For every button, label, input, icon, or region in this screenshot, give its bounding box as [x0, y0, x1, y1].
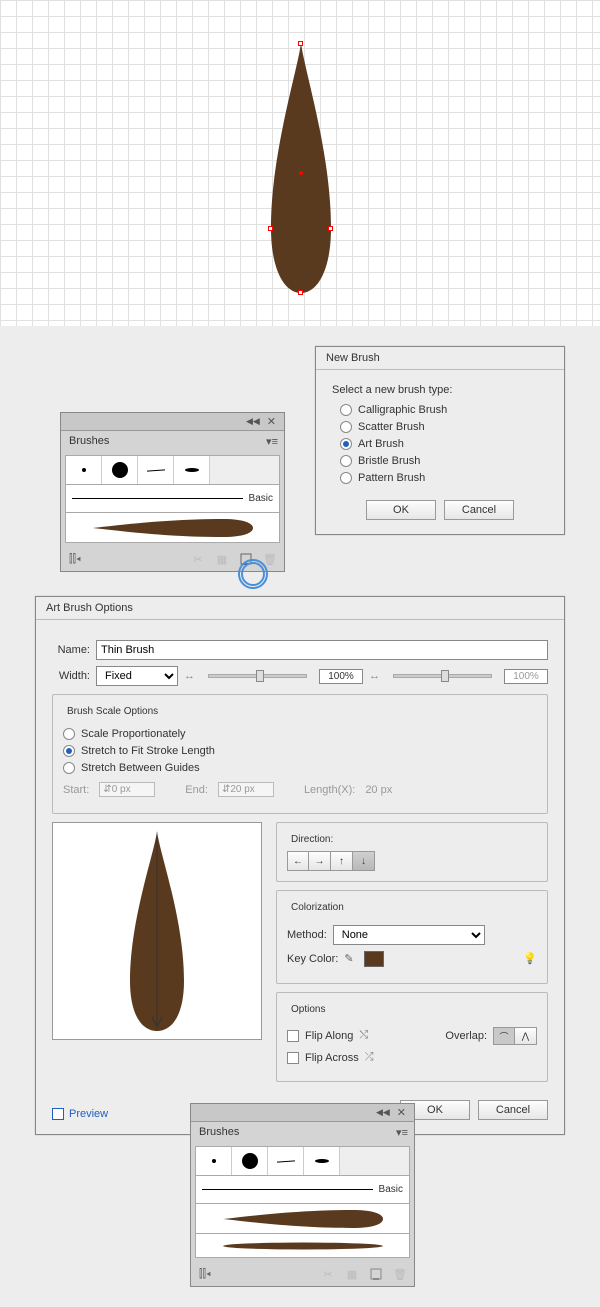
brush-preset-empty — [210, 456, 279, 484]
brushes-tab[interactable]: Brushes — [191, 1122, 247, 1142]
prompt-text: Select a new brush type: — [332, 384, 548, 396]
width-pct-2: 100% — [504, 669, 548, 684]
radio-stretch-fit[interactable]: Stretch to Fit Stroke Length — [63, 745, 537, 757]
brush-preset[interactable] — [232, 1147, 268, 1175]
library-icon[interactable]: ⫿⫿◂ — [67, 551, 83, 567]
width-pct-1[interactable]: 100% — [319, 669, 363, 684]
panel-close-icon[interactable]: ✕ — [393, 1106, 410, 1119]
brush-thin[interactable] — [195, 1234, 410, 1258]
brush-basic[interactable]: Basic — [65, 485, 280, 513]
brush-preset-empty — [340, 1147, 409, 1175]
width-slider-2 — [393, 674, 492, 678]
flip-across-icon: ⤮ — [365, 1051, 379, 1065]
scissors-icon[interactable]: ✂ — [320, 1266, 336, 1282]
flip-along-checkbox[interactable] — [287, 1030, 299, 1042]
keycolor-swatch[interactable] — [364, 951, 384, 967]
panel-collapse-icon[interactable]: ◀◀ — [243, 416, 263, 427]
flip-along-icon: ⤭ — [359, 1029, 373, 1043]
trash-icon[interactable]: 🗑 — [262, 551, 278, 567]
brush-basic[interactable]: Basic — [195, 1176, 410, 1204]
end-input: ⇵ 20 px — [218, 782, 274, 797]
radio-pattern[interactable]: Pattern Brush — [340, 472, 548, 484]
brushes-panel-result: ◀◀ ✕ Brushes ▾≡ Basic ⫿⫿◂ ✂ ▦ — [190, 1103, 415, 1287]
cancel-button[interactable]: Cancel — [478, 1100, 548, 1120]
brush-preset[interactable] — [196, 1147, 232, 1175]
panel-collapse-icon[interactable]: ◀◀ — [373, 1107, 393, 1118]
dialog-title: Art Brush Options — [36, 597, 564, 620]
brush-preset[interactable] — [174, 456, 210, 484]
list-icon[interactable]: ▦ — [214, 551, 230, 567]
scissors-icon[interactable]: ✂ — [190, 551, 206, 567]
art-brush-options-dialog: Art Brush Options Name: Width: Fixed ↔ 1… — [35, 596, 565, 1135]
radio-art[interactable]: Art Brush — [340, 438, 548, 450]
flip-across-checkbox[interactable] — [287, 1052, 299, 1064]
brush-presets-row — [65, 455, 280, 485]
lock-icon[interactable]: ↔ — [369, 670, 381, 682]
options-fieldset: Options Flip Along ⤭ Overlap: ⌒ ⋀ — [276, 992, 548, 1082]
end-label: End: — [185, 784, 208, 796]
brush-preset[interactable] — [66, 456, 102, 484]
brush-preset[interactable] — [138, 456, 174, 484]
length-value: 20 px — [365, 784, 392, 796]
direction-right[interactable]: → — [309, 851, 331, 871]
library-icon[interactable]: ⫿⫿◂ — [197, 1266, 213, 1282]
start-label: Start: — [63, 784, 89, 796]
method-label: Method: — [287, 929, 327, 941]
brush-preset[interactable] — [102, 456, 138, 484]
new-brush-dialog: New Brush Select a new brush type: Calli… — [315, 346, 565, 535]
direction-up[interactable]: ↑ — [331, 851, 353, 871]
radio-scale-proportionate[interactable]: Scale Proportionately — [63, 728, 537, 740]
new-brush-icon[interactable] — [368, 1266, 384, 1282]
dialog-title: New Brush — [316, 347, 564, 370]
new-brush-icon[interactable] — [238, 551, 254, 567]
radio-bristle[interactable]: Bristle Brush — [340, 455, 548, 467]
drop-shape[interactable] — [263, 43, 339, 293]
name-input[interactable] — [96, 640, 548, 660]
brush-scale-options: Brush Scale Options Scale Proportionatel… — [52, 694, 548, 814]
brushes-panel: ◀◀ ✕ Brushes ▾≡ Basic ⫿⫿◂ ✂ ▦ 🗑 — [60, 412, 285, 572]
trash-icon[interactable]: 🗑 — [392, 1266, 408, 1282]
keycolor-label: Key Color: — [287, 953, 338, 965]
canvas-grid — [0, 0, 600, 326]
brush-preview — [52, 822, 262, 1040]
cancel-button[interactable]: Cancel — [444, 500, 514, 520]
panel-close-icon[interactable]: ✕ — [263, 415, 280, 428]
overlap-option-2[interactable]: ⋀ — [515, 1027, 537, 1045]
brush-custom-drop[interactable] — [195, 1204, 410, 1234]
width-slider-1[interactable] — [208, 674, 307, 678]
ok-button[interactable]: OK — [366, 500, 436, 520]
start-input: ⇵ 0 px — [99, 782, 155, 797]
width-mode-select[interactable]: Fixed — [96, 666, 178, 686]
tip-icon[interactable]: 💡 — [523, 952, 537, 966]
radio-scatter[interactable]: Scatter Brush — [340, 421, 548, 433]
radio-calligraphic[interactable]: Calligraphic Brush — [340, 404, 548, 416]
lock-icon[interactable]: ↔ — [184, 670, 196, 682]
name-label: Name: — [52, 644, 90, 656]
eyedropper-icon[interactable]: ✎ — [344, 952, 358, 966]
method-select[interactable]: None — [333, 925, 485, 945]
direction-down[interactable]: ↓ — [353, 851, 375, 871]
panel-menu-icon[interactable]: ▾≡ — [260, 433, 284, 450]
panel-menu-icon[interactable]: ▾≡ — [390, 1124, 414, 1141]
brush-preset[interactable] — [304, 1147, 340, 1175]
direction-fieldset: Direction: ← → ↑ ↓ — [276, 822, 548, 882]
direction-left[interactable]: ← — [287, 851, 309, 871]
brush-custom-drop[interactable] — [65, 513, 280, 543]
brush-presets-row — [195, 1146, 410, 1176]
brushes-tab[interactable]: Brushes — [61, 431, 117, 451]
list-icon[interactable]: ▦ — [344, 1266, 360, 1282]
preview-checkbox[interactable]: Preview — [52, 1108, 108, 1120]
width-label: Width: — [52, 670, 90, 682]
brush-preset[interactable] — [268, 1147, 304, 1175]
colorization-fieldset: Colorization Method: None Key Color: ✎ 💡 — [276, 890, 548, 984]
overlap-label: Overlap: — [445, 1030, 487, 1042]
overlap-option-1[interactable]: ⌒ — [493, 1027, 515, 1045]
radio-stretch-guides[interactable]: Stretch Between Guides — [63, 762, 537, 774]
length-label: Length(X): — [304, 784, 355, 796]
